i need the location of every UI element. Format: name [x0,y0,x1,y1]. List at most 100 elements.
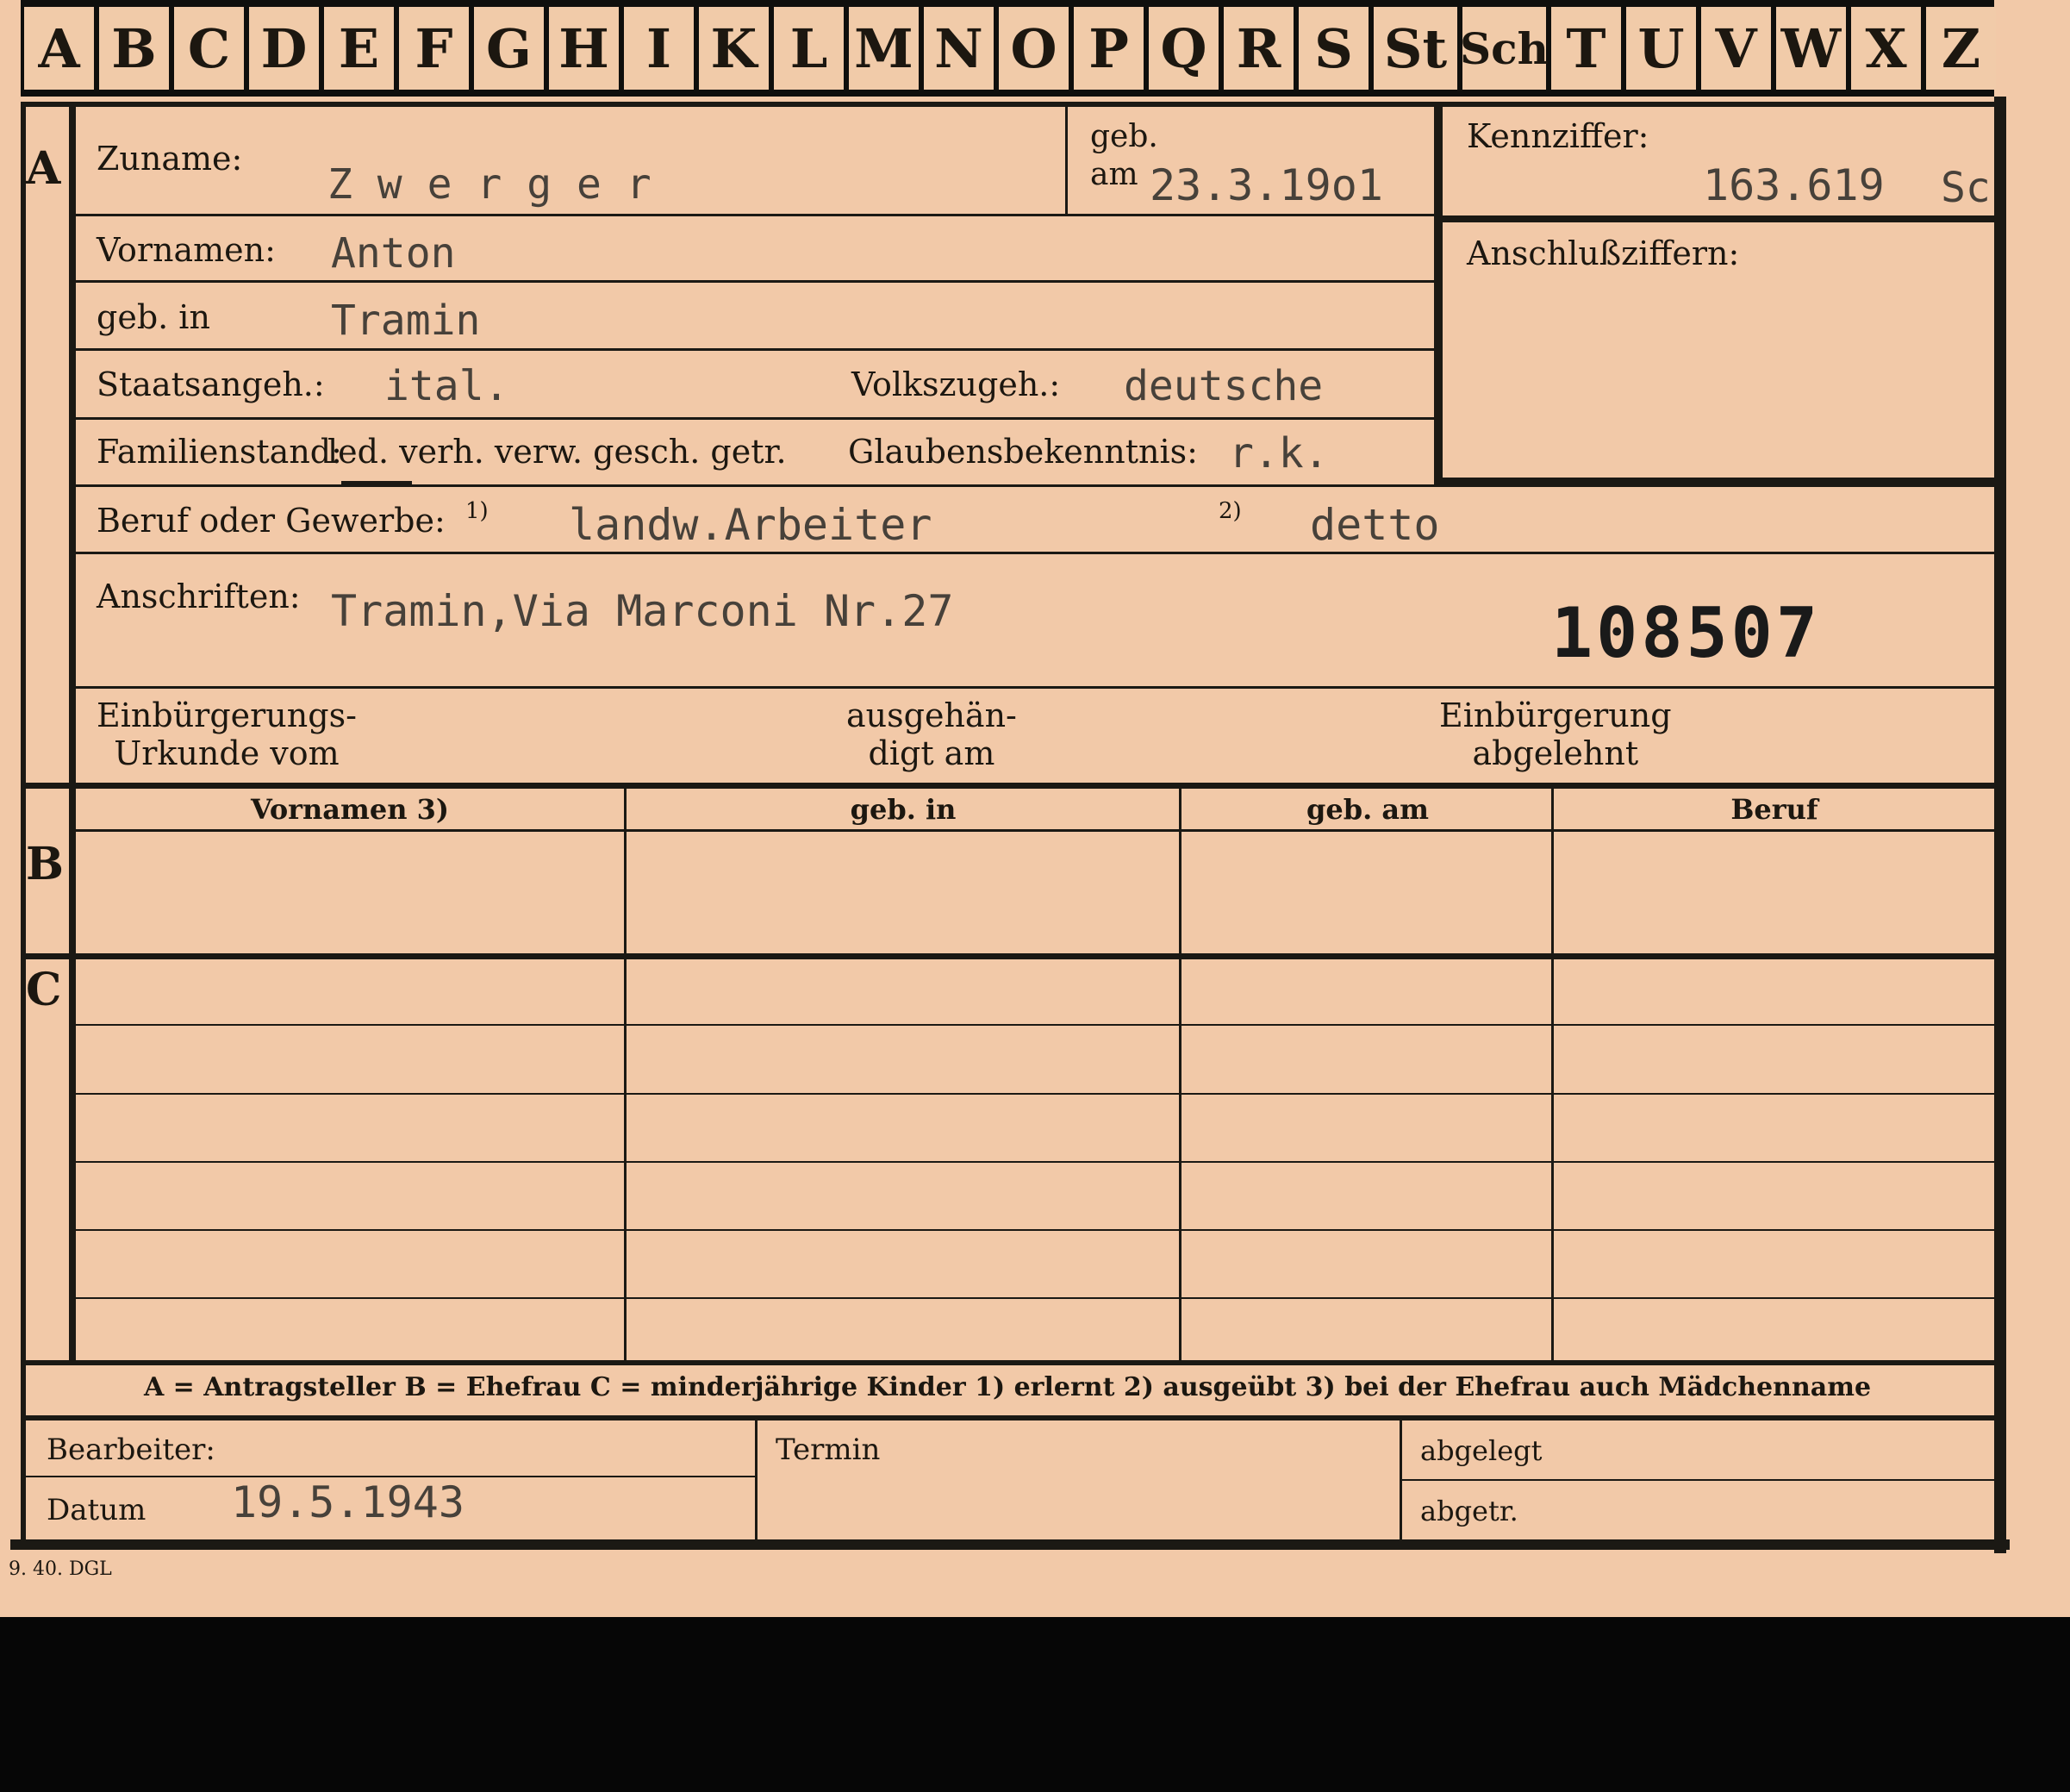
section-c-bottom [21,1360,1999,1365]
bearbeiter-label: Bearbeiter: [47,1433,215,1467]
rule [76,214,1437,216]
geb-in-value: Tramin [331,297,481,345]
beruf-footnote-1: 1) [465,498,489,524]
tab-letter-r[interactable]: R [1224,7,1294,90]
tab-letter-h[interactable]: H [549,7,619,90]
abgelegt-label: abgelegt [1420,1434,1543,1467]
tab-letter-k[interactable]: K [699,7,769,90]
section-b-top [21,783,1999,789]
familienstand-label: Familienstand: [97,433,342,471]
rule [76,280,1437,283]
familienstand-options: led. verh. verw. gesch. getr. [327,433,787,471]
tab-letter-c[interactable]: C [174,7,244,90]
frame-top [21,102,2003,107]
kennziffer-box-left [1434,102,1443,486]
beruf-label: Beruf oder Gewerbe: [97,502,446,540]
einbuergerungsurkunde-label: Einbürgerungs- Urkunde vom [97,696,357,772]
tab-letter-sch[interactable]: Sch [1460,7,1549,90]
rule [76,348,1437,351]
tab-letter-st[interactable]: St [1374,7,1457,90]
ausgehaendigt-label: ausgehän- digt am [846,696,1017,772]
tab-letter-a[interactable]: A [24,7,94,90]
beruf-footnote-2: 2) [1219,498,1242,524]
zuname-value: Z w e r g e r [327,160,652,209]
tab-letter-i[interactable]: I [624,7,694,90]
tab-letter-z[interactable]: Z [1926,7,1996,90]
table-row-rule [76,1161,1994,1163]
kennziffer-label: Kennziffer: [1467,117,1649,155]
tab-letter-t[interactable]: T [1551,7,1621,90]
tab-letter-o[interactable]: O [999,7,1069,90]
footer-rule [755,1420,758,1541]
beruf-value-ausgeuebt: detto [1310,500,1440,550]
anschriften-value: Tramin,Via Marconi Nr.27 [331,586,954,636]
col-rule [624,789,627,1364]
kennziffer-box-bottom [1434,478,1994,486]
termin-label: Termin [776,1433,881,1467]
datum-label: Datum [47,1493,147,1527]
stamp-number: 108507 [1551,593,1821,673]
col-header-vornamen: Vornamen 3) [250,793,450,826]
table-row-rule [76,1093,1994,1095]
col-header-geb-am: geb. am [1306,793,1429,826]
tab-letter-d[interactable]: D [249,7,319,90]
section-bc-border [69,789,76,1364]
col-header-beruf: Beruf [1730,793,1818,826]
staatsangehoerigkeit-label: Staatsangeh.: [97,365,325,403]
zuname-label: Zuname: [97,140,243,178]
legend-bottom [21,1415,1999,1420]
section-b-letter: B [26,838,64,890]
tab-letter-l[interactable]: L [774,7,844,90]
legend: A = Antragsteller B = Ehefrau C = minder… [143,1372,1872,1402]
tab-letter-p[interactable]: P [1074,7,1144,90]
geb-label: geb. [1090,119,1158,154]
tab-letter-w[interactable]: W [1776,7,1846,90]
footer-rule [1400,1420,1402,1541]
frame-bottom [10,1539,2010,1550]
einbuergerung-abgelehnt-label: Einbürgerung abgelehnt [1439,696,1672,772]
col-rule [1179,789,1182,1364]
tab-letter-e[interactable]: E [324,7,394,90]
tab-letter-q[interactable]: Q [1149,7,1219,90]
rule [1065,107,1068,214]
frame-right [1994,97,2006,1553]
glaubensbekenntnis-label: Glaubensbekenntnis: [848,433,1198,471]
kennziffer-suffix: Sc [1941,164,1991,212]
anschlussziffern-label: Anschlußziffern: [1467,234,1740,272]
section-c-top [21,953,1999,959]
vornamen-value: Anton [331,229,456,278]
alphabet-tab-strip: A B C D E F G H I K L M N O P Q R S St Sch T U V W X Z [21,0,1996,97]
table-row-rule [76,1229,1994,1231]
section-a-letter: A [26,142,61,195]
staatsangehoerigkeit-value: ital. [384,362,509,410]
am-label: am [1090,157,1138,192]
geb-in-label: geb. in [97,298,210,336]
tab-letter-u[interactable]: U [1626,7,1696,90]
col-rule [1551,789,1554,1364]
section-a-border [69,102,76,783]
glaubensbekenntnis-value: r.k. [1229,429,1329,478]
print-code: 9. 40. DGL [9,1558,112,1580]
tab-letter-s[interactable]: S [1299,7,1369,90]
datum-value: 19.5.1943 [231,1477,465,1527]
kennziffer-value: 163.619 [1703,160,1885,210]
table-row-rule [76,1024,1994,1026]
beruf-value-erlernt: landw.Arbeiter [569,500,932,550]
tab-letter-n[interactable]: N [924,7,994,90]
tab-letter-f[interactable]: F [399,7,469,90]
rule [76,552,1994,554]
tab-letter-b[interactable]: B [99,7,169,90]
tab-letter-g[interactable]: G [474,7,544,90]
anschriften-label: Anschriften: [97,578,301,615]
vornamen-label: Vornamen: [97,231,276,269]
table-row-rule [76,1297,1994,1299]
rule [76,829,1994,832]
col-header-geb-in: geb. in [850,793,957,826]
tab-letter-x[interactable]: X [1851,7,1921,90]
section-c-letter: C [26,964,62,1016]
tab-letter-v[interactable]: V [1701,7,1771,90]
tab-letter-m[interactable]: M [849,7,919,90]
registration-card: A B C D E F G H I K L M N O P Q R S St Sch T U V W X Z A Zuname: … [0,0,2070,1617]
abgetr-label: abgetr. [1420,1495,1518,1527]
volkszugehoerigkeit-value: deutsche [1124,362,1324,410]
